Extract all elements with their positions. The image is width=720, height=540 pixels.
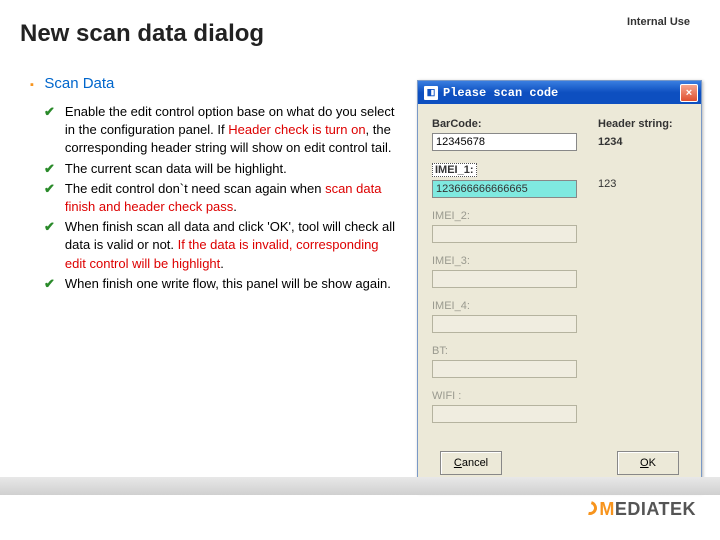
titlebar: ◧ Please scan code × (418, 81, 701, 104)
imei1-label: IMEI_1: (432, 163, 477, 177)
bullet-list: ✔Enable the edit control option base on … (30, 103, 400, 293)
imei4-label: IMEI_4: (432, 300, 582, 312)
imei3-label: IMEI_3: (432, 255, 582, 267)
bullet-item: ✔ When finish one write flow, this panel … (44, 275, 400, 293)
bullet-text: When finish one write flow, this panel w… (65, 275, 391, 293)
classification-label: Internal Use (627, 16, 690, 28)
imei1-header-value: 123 (598, 178, 688, 190)
ok-button[interactable]: OK (617, 451, 679, 475)
barcode-input[interactable] (432, 133, 577, 151)
wifi-group: WIFI : (432, 390, 582, 423)
imei1-input[interactable] (432, 180, 577, 198)
header-column: Header string: 1234 123 (598, 118, 688, 190)
imei2-input (432, 225, 577, 243)
bt-input (432, 360, 577, 378)
imei2-label: IMEI_2: (432, 210, 582, 222)
barcode-header-value: 1234 (598, 136, 688, 148)
scan-code-dialog: ◧ Please scan code × BarCode: IMEI_1: IM… (417, 80, 702, 492)
fields-column: BarCode: IMEI_1: IMEI_2: IMEI_3: IMEI_4:… (432, 118, 582, 435)
imei3-group: IMEI_3: (432, 255, 582, 288)
logo-swoosh-icon (581, 498, 600, 517)
logo-m: M (599, 499, 615, 519)
bullet-text: The edit control don`t need scan again w… (65, 180, 400, 216)
ok-rest: K (649, 457, 656, 469)
imei4-input (432, 315, 577, 333)
wifi-label: WIFI : (432, 390, 582, 402)
bullet-square-icon: ▪ (30, 79, 34, 91)
section-heading-row: ▪ Scan Data (30, 75, 400, 93)
content-body: ▪ Scan Data ✔Enable the edit control opt… (30, 75, 400, 295)
section-heading: Scan Data (44, 75, 114, 92)
check-icon: ✔ (44, 180, 55, 216)
cancel-rest: ancel (462, 457, 488, 469)
cancel-button[interactable]: Cancel (440, 451, 502, 475)
bt-label: BT: (432, 345, 582, 357)
check-icon: ✔ (44, 160, 55, 178)
barcode-label: BarCode: (432, 118, 582, 130)
imei3-input (432, 270, 577, 288)
wifi-input (432, 405, 577, 423)
app-icon: ◧ (424, 86, 438, 100)
imei4-group: IMEI_4: (432, 300, 582, 333)
bullet-item: ✔ The current scan data will be highlight… (44, 160, 400, 178)
bullet-item: ✔Enable the edit control option base on … (44, 103, 400, 158)
check-icon: ✔ (44, 275, 55, 293)
mediatek-logo: MEDIATEK (583, 499, 696, 520)
check-icon: ✔ (44, 218, 55, 273)
titlebar-text: Please scan code (443, 86, 680, 100)
footer-band (0, 477, 720, 495)
barcode-group: BarCode: (432, 118, 582, 151)
page-title: New scan data dialog (20, 20, 264, 48)
bullet-item: ✔ The edit control don`t need scan again … (44, 180, 400, 216)
bullet-text: The current scan data will be highlight. (65, 160, 287, 178)
bullet-text: Enable the edit control option base on w… (65, 103, 400, 158)
imei2-group: IMEI_2: (432, 210, 582, 243)
close-icon[interactable]: × (680, 84, 698, 102)
check-icon: ✔ (44, 103, 55, 158)
imei1-group: IMEI_1: (432, 163, 582, 198)
header-string-label: Header string: (598, 118, 688, 130)
bullet-text: When finish scan all data and click 'OK'… (65, 218, 400, 273)
bullet-item: ✔When finish scan all data and click 'OK… (44, 218, 400, 273)
dialog-body: BarCode: IMEI_1: IMEI_2: IMEI_3: IMEI_4:… (418, 104, 701, 491)
bt-group: BT: (432, 345, 582, 378)
logo-rest: EDIATEK (615, 499, 696, 519)
